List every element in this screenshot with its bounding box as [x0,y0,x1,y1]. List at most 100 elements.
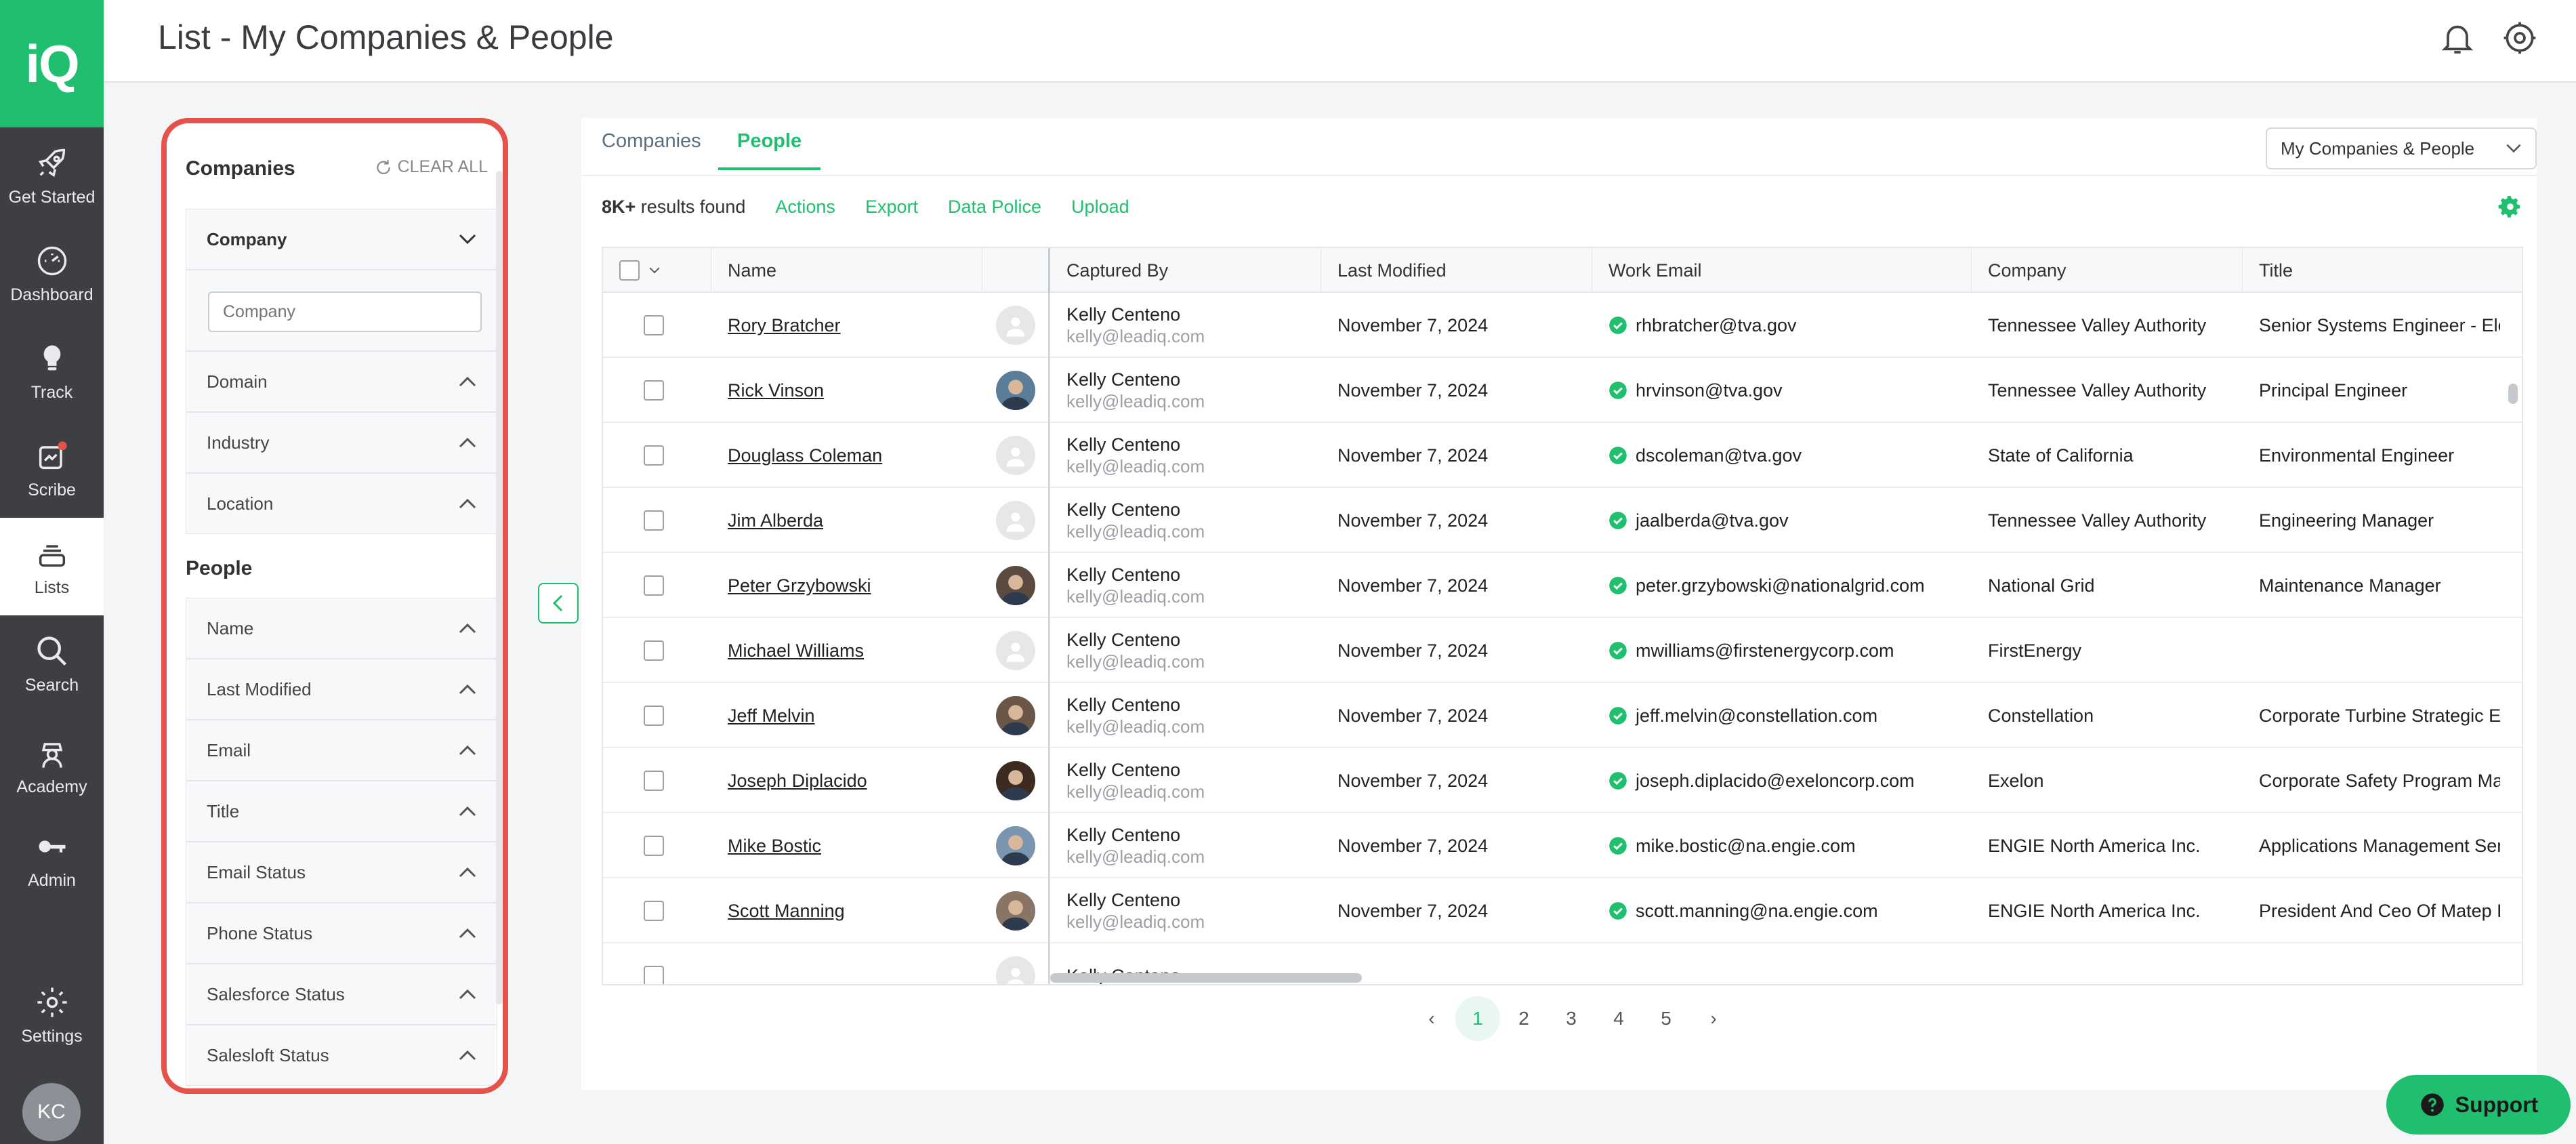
panel-scrollbar[interactable] [496,171,503,1004]
row-checkbox[interactable] [644,510,664,531]
table-row[interactable]: Kelly Centeno [603,943,2522,984]
filter-email[interactable]: Email [186,720,497,781]
person-name-link[interactable]: Scott Manning [728,901,845,922]
work-email-value[interactable]: mwilliams@firstenergycorp.com [1636,640,1894,661]
filter-location[interactable]: Location [186,473,497,534]
nav-admin[interactable]: Admin [0,811,104,908]
work-email-value[interactable]: rhbratcher@tva.gov [1636,315,1797,336]
page-1[interactable]: 1 [1455,996,1500,1041]
name-cell: Joseph Diplacido [711,748,982,813]
col-captured-by[interactable]: Captured By [1050,248,1321,293]
pagination: ‹ 1 2 3 4 5 › [1408,996,1737,1041]
person-name-link[interactable]: Peter Grzybowski [728,575,871,596]
table-row[interactable]: Scott Manning Kelly Centeno kelly@leadiq.c… [603,878,2522,943]
export-button[interactable]: Export [865,197,918,218]
settings-gear-icon[interactable] [2501,19,2539,57]
filter-industry[interactable]: Industry [186,412,497,473]
col-company[interactable]: Company [1972,248,2243,293]
row-checkbox[interactable] [644,575,664,596]
select-all-checkbox[interactable] [619,260,640,281]
col-work-email[interactable]: Work Email [1592,248,1972,293]
filter-salesforce-status[interactable]: Salesforce Status [186,964,497,1025]
clear-all-button[interactable]: CLEAR ALL [375,157,488,177]
bell-icon[interactable] [2438,19,2476,57]
filter-name[interactable]: Name [186,598,497,659]
work-email-value[interactable]: hrvinson@tva.gov [1636,380,1783,401]
filter-company[interactable]: Company [186,209,497,270]
row-checkbox[interactable] [644,640,664,661]
user-avatar[interactable]: KC [22,1083,81,1141]
nav-scribe[interactable]: Scribe [0,420,104,518]
row-checkbox[interactable] [644,380,664,401]
filter-email-status[interactable]: Email Status [186,842,497,903]
person-name-link[interactable]: Douglass Coleman [728,445,882,466]
nav-settings[interactable]: Settings [0,966,104,1064]
next-page-button[interactable]: › [1690,996,1737,1041]
person-name-link[interactable]: Jeff Melvin [728,706,815,727]
horizontal-scrollbar[interactable] [1050,973,1362,983]
tab-people[interactable]: People [718,130,821,170]
actions-button[interactable]: Actions [775,197,835,218]
page-4[interactable]: 4 [1595,996,1642,1041]
table-row[interactable]: Mike Bostic Kelly Centeno kelly@leadiq.com… [603,813,2522,878]
col-title[interactable]: Title [2243,248,2522,293]
nav-lists[interactable]: Lists [0,518,104,615]
table-row[interactable]: Douglass Coleman Kelly Centeno kelly@leadi… [603,423,2522,488]
person-name-link[interactable]: Mike Bostic [728,836,821,857]
row-checkbox[interactable] [644,445,664,466]
person-name-link[interactable]: Rick Vinson [728,380,824,401]
table-row[interactable]: Rick Vinson Kelly Centeno kelly@leadiq.com… [603,358,2522,423]
work-email-value[interactable]: dscoleman@tva.gov [1636,445,1802,466]
filter-phone-status[interactable]: Phone Status [186,903,497,964]
filter-domain[interactable]: Domain [186,351,497,412]
vertical-scrollbar[interactable] [2508,384,2518,404]
prev-page-button[interactable]: ‹ [1408,996,1455,1041]
nav-academy[interactable]: Academy [0,717,104,815]
nav-track[interactable]: Track [0,323,104,420]
work-email-value[interactable]: scott.manning@na.engie.com [1636,901,1878,922]
upload-button[interactable]: Upload [1071,197,1129,218]
table-row[interactable]: Peter Grzybowski Kelly Centeno kelly@leadi… [603,553,2522,618]
work-email-value[interactable]: jaalberda@tva.gov [1636,510,1789,531]
nav-label: Lists [34,577,70,597]
nav-dashboard[interactable]: Dashboard [0,225,104,323]
row-checkbox[interactable] [644,771,664,791]
work-email-value[interactable]: mike.bostic@na.engie.com [1636,836,1856,857]
table-row[interactable]: Rory Bratcher Kelly Centeno kelly@leadiq.c… [603,293,2522,358]
page-3[interactable]: 3 [1547,996,1595,1041]
col-last-modified[interactable]: Last Modified [1321,248,1592,293]
work-email-value[interactable]: joseph.diplacido@exeloncorp.com [1636,771,1915,792]
table-row[interactable]: Jim Alberda Kelly Centeno kelly@leadiq.com… [603,488,2522,553]
row-checkbox[interactable] [644,315,664,335]
filter-title[interactable]: Title [186,781,497,842]
person-name-link[interactable]: Joseph Diplacido [728,771,867,792]
support-button[interactable]: Support [2386,1075,2571,1135]
table-row[interactable]: Michael Williams Kelly Centeno kelly@leadi… [603,618,2522,683]
page-5[interactable]: 5 [1642,996,1690,1041]
company-search-input[interactable] [208,291,482,332]
nav-get-started[interactable]: Get Started [0,127,104,225]
row-checkbox[interactable] [644,966,664,984]
col-name[interactable]: Name [711,248,982,293]
person-name-link[interactable]: Jim Alberda [728,510,823,531]
row-checkbox[interactable] [644,836,664,856]
person-name-link[interactable]: Rory Bratcher [728,315,841,336]
chevron-down-icon[interactable] [649,267,660,274]
table-row[interactable]: Joseph Diplacido Kelly Centeno kelly@leadi… [603,748,2522,813]
leadiq-logo[interactable]: iQ [0,0,104,127]
column-settings-gear-icon[interactable] [2497,194,2523,220]
work-email-value[interactable]: jeff.melvin@constellation.com [1636,706,1877,727]
row-checkbox[interactable] [644,901,664,921]
list-selector-dropdown[interactable]: My Companies & People [2266,127,2537,169]
data-police-button[interactable]: Data Police [948,197,1041,218]
filter-salesloft-status[interactable]: Salesloft Status [186,1025,497,1086]
filter-last-modified[interactable]: Last Modified [186,659,497,720]
person-name-link[interactable]: Michael Williams [728,640,864,661]
nav-search[interactable]: Search [0,615,104,713]
row-checkbox[interactable] [644,706,664,726]
table-row[interactable]: Jeff Melvin Kelly Centeno kelly@leadiq.com… [603,683,2522,748]
page-2[interactable]: 2 [1500,996,1547,1041]
collapse-filters-button[interactable] [538,583,579,624]
work-email-value[interactable]: peter.grzybowski@nationalgrid.com [1636,575,1925,596]
tab-companies[interactable]: Companies [602,130,701,167]
